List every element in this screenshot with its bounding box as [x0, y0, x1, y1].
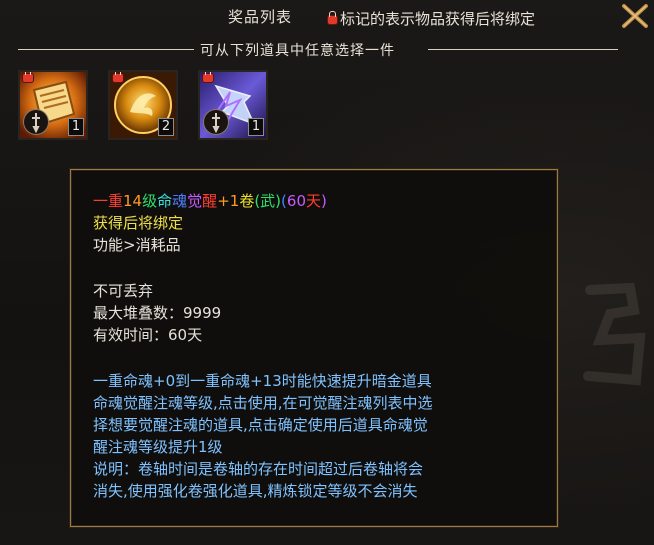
item-count: 2: [158, 118, 174, 136]
sword-badge-icon: [24, 110, 48, 134]
tooltip-name-part: (武): [254, 192, 282, 210]
section-divider: 可从下列道具中任意选择一件: [18, 40, 618, 62]
tooltip-name-part: 命: [157, 192, 173, 210]
bound-lock-icon: [113, 72, 123, 82]
tooltip-item-name: 一重14级命魂觉醒+1卷(武)(60天): [93, 190, 327, 211]
tooltip-name-part: +1: [217, 192, 240, 210]
window-header: 奖品列表 标记的表示物品获得后将绑定: [0, 0, 654, 34]
divider-line-right: [428, 49, 618, 50]
background-calligraphy-decoration: [583, 282, 646, 386]
tooltip-desc-line: 命魂觉醒注魂等级,点击使用,在可觉醒注魂列表中选: [93, 394, 433, 412]
tooltip-name-part: 醒: [202, 192, 218, 210]
reward-item-list: 1 2 1: [18, 70, 278, 140]
close-button[interactable]: [618, 0, 652, 30]
tooltip-name-part: 14: [123, 192, 143, 210]
tooltip-name-part: 魂: [172, 192, 188, 210]
tooltip-name-part: 60: [286, 192, 306, 210]
tooltip-name-part: 级: [142, 192, 158, 210]
sword-badge-icon: [204, 110, 228, 134]
tooltip-name-part: 一重: [93, 192, 124, 210]
tooltip-name-part: ): [321, 192, 327, 210]
reward-item-scroll[interactable]: 1: [18, 70, 88, 140]
tooltip-stack: 最大堆叠数：9999: [93, 304, 222, 322]
section-heading: 可从下列道具中任意选择一件: [200, 43, 395, 59]
tooltip-desc-line: 说明：卷轴时间是卷轴的存在时间超过后卷轴将会: [93, 460, 424, 478]
tooltip-desc-line: 一重命魂+0到一重命魂+13时能快速提升暗金道具: [93, 372, 432, 390]
lock-icon: [328, 10, 337, 24]
bound-lock-icon: [23, 72, 33, 82]
tooltip-name-part: 觉: [187, 192, 203, 210]
divider-line-left: [18, 49, 194, 50]
tooltip-bind-status: 获得后将绑定: [93, 214, 184, 232]
close-x-icon: [622, 4, 648, 28]
bind-legend: 标记的表示物品获得后将绑定: [328, 8, 535, 29]
tooltip-name-part: 卷: [239, 192, 255, 210]
tooltip-desc-line: 消失,使用强化卷强化道具,精炼锁定等级不会消失: [93, 482, 418, 500]
bind-legend-text: 标记的表示物品获得后将绑定: [340, 10, 536, 28]
tooltip-duration: 有效时间：60天: [93, 326, 203, 344]
tooltip-desc-line: 择想要觉醒注魂的道具,点击确定使用后道具命魂觉: [93, 416, 428, 434]
item-tooltip: 一重14级命魂觉醒+1卷(武)(60天) 获得后将绑定 功能>消耗品 不可丢弃 …: [70, 169, 558, 527]
item-count: 1: [248, 118, 264, 136]
reward-item-lightning-scroll[interactable]: 1: [198, 70, 268, 140]
window-title: 奖品列表: [228, 8, 293, 26]
reward-item-phoenix-orb[interactable]: 2: [108, 70, 178, 140]
tooltip-discard: 不可丢弃: [93, 282, 154, 300]
tooltip-name-part: 天: [306, 192, 322, 210]
tooltip-function: 功能>消耗品: [93, 236, 181, 254]
tooltip-desc-line: 醒注魂等级提升1级: [93, 438, 223, 456]
bound-lock-icon: [203, 72, 213, 82]
item-count: 1: [68, 118, 84, 136]
